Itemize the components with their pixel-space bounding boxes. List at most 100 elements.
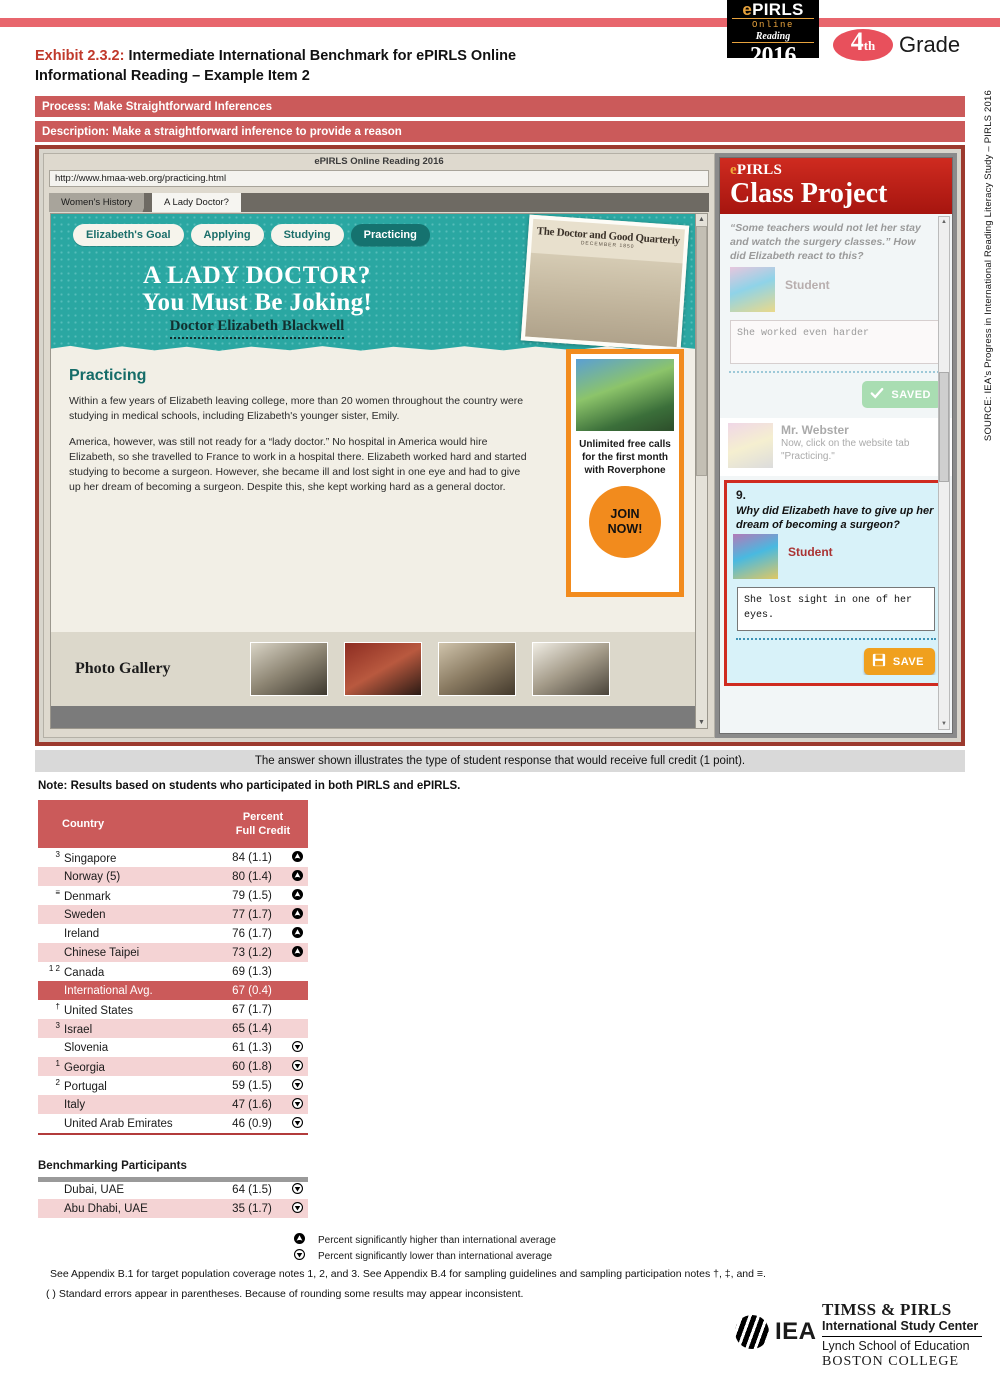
annotation-superscript: 3 — [55, 850, 60, 860]
browser-tab-womens-history[interactable]: Women's History — [49, 193, 145, 212]
cell-no-significance — [286, 1000, 308, 1019]
annotation-superscript: 2 — [55, 1078, 60, 1088]
results-table: Country Percent Full Credit 3 Singapore 84… — [38, 800, 308, 1133]
photo-gallery: Photo Gallery — [51, 632, 697, 706]
nav-pill-studying[interactable]: Studying — [270, 224, 344, 246]
significance-higher-icon — [286, 905, 308, 924]
saved-button: SAVED — [862, 381, 942, 408]
class-project-header: ePIRLS Class Project — [720, 158, 952, 214]
timss-pirls-logo: TIMSS & PIRLS International Study Center… — [822, 1300, 982, 1370]
cell-percent-full-credit: 46 (0.9) — [232, 1117, 272, 1130]
column-header-percent-line1: Percent — [242, 811, 284, 823]
hero-title: A LADY DOCTOR? You Must Be Joking! Docto… — [77, 262, 437, 339]
country-name: Ireland — [64, 927, 100, 940]
ad-join-now-button[interactable]: JOIN NOW! — [589, 486, 661, 558]
annotation-superscript: ≡ — [55, 888, 60, 898]
gallery-thumbnail[interactable] — [344, 642, 422, 696]
annotation-superscript: 3 — [55, 1021, 60, 1031]
table-row: Italy 47 (1.6) — [38, 1095, 308, 1114]
photo-gallery-label: Photo Gallery — [75, 660, 171, 677]
page-vertical-scrollbar[interactable]: ▲ ▼ — [695, 213, 708, 729]
save-button[interactable]: SAVE — [863, 648, 935, 675]
previous-student-row: Student — [720, 265, 952, 312]
gallery-thumbnail[interactable] — [438, 642, 516, 696]
cell-percent-full-credit: 60 (1.8) — [218, 1057, 286, 1076]
country-name: Portugal — [64, 1080, 107, 1093]
significance-higher-icon — [286, 867, 308, 886]
cell-percent-full-credit: 59 (1.5) — [232, 1079, 272, 1092]
nav-pill-applying[interactable]: Applying — [190, 224, 264, 246]
class-project-brand: ePIRLS — [730, 162, 952, 179]
legend: Percent significantly higher than intern… — [290, 1233, 556, 1265]
country-name: Israel — [64, 1023, 93, 1036]
epirls-logo-reading: Reading — [732, 31, 814, 43]
significance-lower-icon — [286, 1180, 308, 1199]
country-name: United Arab Emirates — [64, 1117, 173, 1130]
cell-country: International Avg. — [38, 981, 218, 1000]
scroll-up-arrow-icon[interactable]: ▲ — [939, 217, 949, 227]
previous-answer-textarea[interactable]: She worked even harder — [730, 320, 942, 364]
cell-country: † United States — [38, 1000, 218, 1019]
cell-percent-full-credit: 35 (1.7) — [218, 1199, 286, 1218]
exhibit-number: Exhibit 2.3.2: — [35, 48, 125, 64]
cell-country: Chinese Taipei — [38, 943, 218, 962]
table-row: International Avg. 67 (0.4) — [38, 981, 308, 1000]
iea-wordmark: IEA — [775, 1318, 817, 1345]
avatar — [728, 423, 773, 468]
cell-percent-full-credit: 47 (1.6) — [218, 1095, 286, 1114]
grade-ordinal: th — [863, 38, 876, 53]
scroll-down-arrow-icon[interactable]: ▼ — [696, 717, 707, 728]
cell-country: Italy — [38, 1095, 218, 1114]
site-nav: Elizabeth's Goal Applying Studying Pract… — [73, 224, 430, 246]
student-answer-textarea[interactable]: She lost sight in one of her eyes. — [737, 587, 935, 631]
table-row: Abu Dhabi, UAE 35 (1.7) — [38, 1199, 308, 1218]
country-name: Canada — [64, 966, 105, 979]
address-bar[interactable]: http://www.hmaa-web.org/practicing.html — [49, 170, 709, 187]
avatar — [730, 267, 775, 312]
country-name: Chinese Taipei — [64, 946, 140, 959]
iea-logo: IEA — [735, 1315, 817, 1349]
scroll-down-arrow-icon[interactable]: ▼ — [939, 719, 949, 729]
teacher-message-block: Mr. Webster Now, click on the website ta… — [720, 418, 952, 476]
grade-number: 4 — [850, 27, 864, 56]
cell-country: Norway (5) — [38, 867, 218, 886]
epirls-logo-pirls: PIRLS — [752, 0, 804, 19]
epirls-logo-online: Online — [732, 18, 814, 31]
epirls-logo: ePIRLS Online Reading 2016 — [727, 0, 819, 68]
scrollbar-thumb[interactable] — [939, 372, 949, 482]
nav-pill-elizabeths-goal[interactable]: Elizabeth's Goal — [73, 224, 184, 246]
process-label: Process: Make Straightforward Inferences — [42, 100, 273, 113]
cell-percent-full-credit: 84 (1.1) — [232, 851, 272, 864]
article-paragraph-2: America, however, was still not ready fo… — [69, 436, 527, 493]
cell-percent-full-credit: 67 (0.4) — [218, 981, 286, 1000]
current-question-block: 9. Why did Elizabeth have to give up her… — [724, 480, 948, 686]
table-row: 1 2 Canada 69 (1.3) — [38, 962, 308, 981]
grade-oval: 4 th — [833, 29, 893, 61]
scroll-up-arrow-icon[interactable]: ▲ — [696, 214, 707, 225]
cell-no-significance — [286, 962, 308, 981]
globe-icon — [735, 1315, 769, 1349]
significance-lower-icon — [286, 1095, 308, 1114]
nav-pill-practicing[interactable]: Practicing — [350, 224, 430, 246]
page-footer-bar — [51, 706, 697, 728]
table-row: ≡ Denmark 79 (1.5) — [38, 886, 308, 905]
web-page-canvas: Elizabeth's Goal Applying Studying Pract… — [50, 213, 698, 729]
cell-country: 1 2 Canada — [38, 962, 218, 981]
table-row: 3 Israel 65 (1.4) — [38, 1019, 308, 1038]
previous-question-text: “Some teachers would not let her stay an… — [730, 222, 921, 262]
newspaper-illustration — [525, 252, 683, 348]
gallery-thumbnail[interactable] — [532, 642, 610, 696]
table-row: United Arab Emirates 46 (0.9) — [38, 1114, 308, 1133]
table-row: Chinese Taipei 73 (1.2) — [38, 943, 308, 962]
timss-pirls-name: TIMSS & PIRLS — [822, 1300, 952, 1319]
country-name: Georgia — [64, 1061, 105, 1074]
saved-button-label: SAVED — [891, 388, 931, 401]
advertisement-banner[interactable]: Unlimited free calls for the first month… — [566, 349, 684, 597]
browser-tab-a-lady-doctor[interactable]: A Lady Doctor? — [152, 193, 241, 212]
cell-no-significance — [286, 981, 308, 1000]
scrollbar-thumb[interactable] — [696, 226, 707, 476]
class-project-scrollbar[interactable]: ▲ ▼ — [938, 216, 950, 730]
table-bottom-rule — [38, 1133, 308, 1135]
gallery-thumbnail[interactable] — [250, 642, 328, 696]
benchmarking-table: Dubai, UAE 64 (1.5) Abu Dhabi, UAE 35 (1.7) — [38, 1180, 308, 1218]
